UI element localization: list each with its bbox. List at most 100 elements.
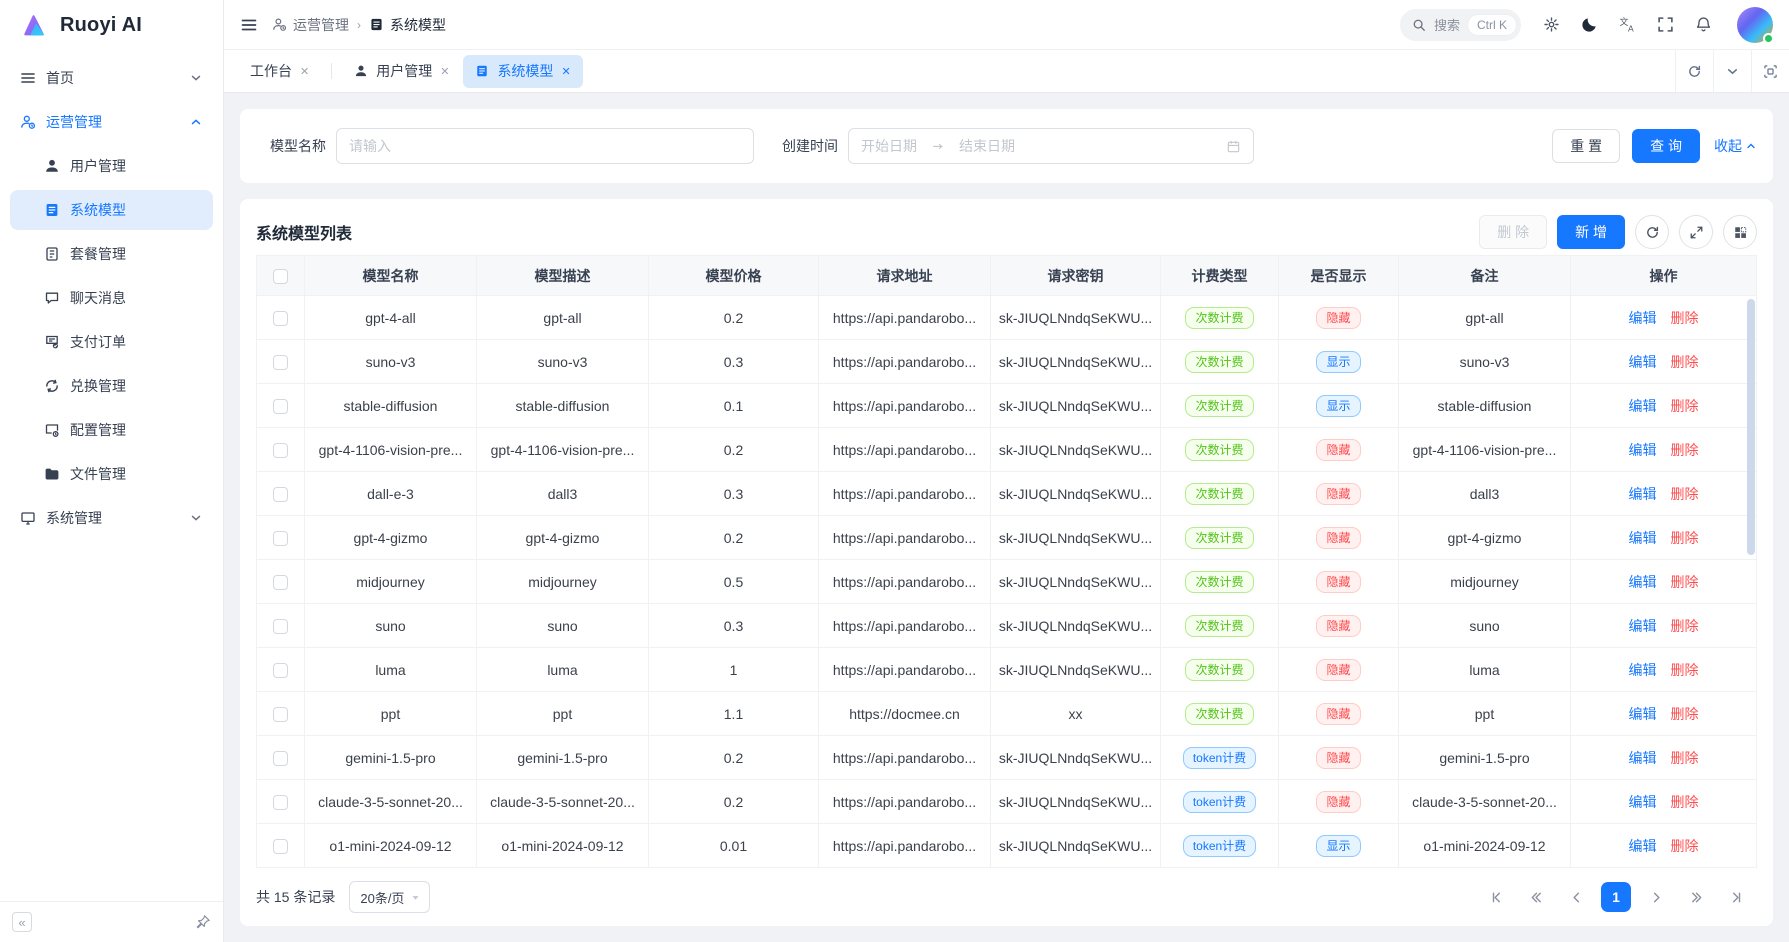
page-next-double-icon[interactable] bbox=[1681, 882, 1711, 912]
edit-link[interactable]: 编辑 bbox=[1629, 574, 1657, 590]
fullscreen-icon[interactable] bbox=[1649, 9, 1681, 41]
row-checkbox[interactable] bbox=[273, 443, 288, 458]
sidebar-collapse-button[interactable]: « bbox=[12, 912, 32, 932]
gear-icon[interactable] bbox=[1535, 9, 1567, 41]
sidebar-item-system-mgmt[interactable]: 系统管理 bbox=[10, 498, 213, 538]
global-search[interactable]: 搜索 Ctrl K bbox=[1400, 9, 1521, 41]
edit-link[interactable]: 编辑 bbox=[1629, 838, 1657, 854]
delete-link[interactable]: 删除 bbox=[1671, 706, 1699, 722]
page-first-icon[interactable] bbox=[1481, 882, 1511, 912]
breadcrumb-item-operations[interactable]: 运营管理 bbox=[272, 15, 349, 35]
row-checkbox[interactable] bbox=[273, 839, 288, 854]
sidebar-item-system-model[interactable]: 系统模型 bbox=[10, 190, 213, 230]
page-prev-double-icon[interactable] bbox=[1521, 882, 1551, 912]
row-checkbox[interactable] bbox=[273, 575, 288, 590]
row-checkbox[interactable] bbox=[273, 663, 288, 678]
billing-type-cell: 次数计费 bbox=[1161, 648, 1279, 692]
refresh-icon[interactable] bbox=[1675, 50, 1713, 92]
table-row: gpt-4-gizmogpt-4-gizmo0.2https://api.pan… bbox=[257, 516, 1757, 560]
date-range-input[interactable]: 开始日期 结束日期 bbox=[848, 128, 1254, 164]
hamburger-menu-icon[interactable] bbox=[240, 16, 258, 34]
page-prev-icon[interactable] bbox=[1561, 882, 1591, 912]
page-next-icon[interactable] bbox=[1641, 882, 1671, 912]
sidebar-item-file-mgmt[interactable]: 文件管理 bbox=[10, 454, 213, 494]
delete-link[interactable]: 删除 bbox=[1671, 662, 1699, 678]
focus-icon[interactable] bbox=[1751, 50, 1789, 92]
sidebar-item-label: 聊天消息 bbox=[70, 288, 203, 308]
add-button[interactable]: 新 增 bbox=[1557, 215, 1625, 249]
model-name-cell: claude-3-5-sonnet-20... bbox=[305, 780, 477, 824]
sidebar-item-operations[interactable]: 运营管理 bbox=[10, 102, 213, 142]
brand-logo[interactable]: Ruoyi AI bbox=[0, 0, 223, 50]
edit-link[interactable]: 编辑 bbox=[1629, 706, 1657, 722]
bell-icon[interactable] bbox=[1687, 9, 1719, 41]
row-checkbox[interactable] bbox=[273, 311, 288, 326]
delete-link[interactable]: 删除 bbox=[1671, 750, 1699, 766]
edit-link[interactable]: 编辑 bbox=[1629, 662, 1657, 678]
tab-user-mgmt[interactable]: 用户管理✕ bbox=[342, 55, 461, 88]
collapse-filter-link[interactable]: 收起 bbox=[1714, 136, 1757, 156]
edit-link[interactable]: 编辑 bbox=[1629, 442, 1657, 458]
sidebar-item-payment-orders[interactable]: 支付订单 bbox=[10, 322, 213, 362]
tab-system-model[interactable]: 系统模型✕ bbox=[463, 55, 582, 88]
delete-link[interactable]: 删除 bbox=[1671, 794, 1699, 810]
row-checkbox[interactable] bbox=[273, 707, 288, 722]
delete-link[interactable]: 删除 bbox=[1671, 442, 1699, 458]
edit-link[interactable]: 编辑 bbox=[1629, 618, 1657, 634]
row-checkbox[interactable] bbox=[273, 619, 288, 634]
tab-workbench[interactable]: 工作台✕ bbox=[238, 55, 321, 88]
row-checkbox[interactable] bbox=[273, 487, 288, 502]
row-checkbox[interactable] bbox=[273, 355, 288, 370]
page-last-icon[interactable] bbox=[1721, 882, 1751, 912]
sidebar-item-home[interactable]: 首页 bbox=[10, 58, 213, 98]
search-button[interactable]: 查 询 bbox=[1632, 129, 1700, 163]
request-key-cell: sk-JIUQLNndqSeKWU... bbox=[991, 428, 1161, 472]
sidebar-item-chat-messages[interactable]: 聊天消息 bbox=[10, 278, 213, 318]
edit-link[interactable]: 编辑 bbox=[1629, 750, 1657, 766]
tab-close-icon[interactable]: ✕ bbox=[300, 65, 309, 78]
model-name-cell: luma bbox=[305, 648, 477, 692]
request-key-cell: sk-JIUQLNndqSeKWU... bbox=[991, 736, 1161, 780]
moon-icon[interactable] bbox=[1573, 9, 1605, 41]
delete-link[interactable]: 删除 bbox=[1671, 574, 1699, 590]
delete-link[interactable]: 删除 bbox=[1671, 618, 1699, 634]
edit-link[interactable]: 编辑 bbox=[1629, 354, 1657, 370]
delete-link[interactable]: 删除 bbox=[1671, 530, 1699, 546]
tab-close-icon[interactable]: ✕ bbox=[561, 65, 570, 78]
expand-icon-button[interactable] bbox=[1679, 215, 1713, 249]
row-checkbox[interactable] bbox=[273, 751, 288, 766]
select-all-checkbox[interactable] bbox=[273, 269, 288, 284]
row-checkbox[interactable] bbox=[273, 531, 288, 546]
translate-icon[interactable]: 文A bbox=[1611, 9, 1643, 41]
chevron-down-icon[interactable] bbox=[1713, 50, 1751, 92]
delete-link[interactable]: 删除 bbox=[1671, 838, 1699, 854]
reset-button[interactable]: 重 置 bbox=[1552, 129, 1620, 163]
row-checkbox[interactable] bbox=[273, 399, 288, 414]
row-checkbox[interactable] bbox=[273, 795, 288, 810]
page-size-select[interactable]: 20条/页 bbox=[349, 881, 430, 913]
delete-link[interactable]: 删除 bbox=[1671, 398, 1699, 414]
sidebar-item-config-mgmt[interactable]: 配置管理 bbox=[10, 410, 213, 450]
delete-button[interactable]: 删 除 bbox=[1479, 215, 1547, 249]
model-name-input[interactable]: 请输入 bbox=[336, 128, 754, 164]
edit-link[interactable]: 编辑 bbox=[1629, 398, 1657, 414]
refresh-icon-button[interactable] bbox=[1635, 215, 1669, 249]
delete-link[interactable]: 删除 bbox=[1671, 310, 1699, 326]
grid-icon-button[interactable] bbox=[1723, 215, 1757, 249]
user-avatar[interactable] bbox=[1737, 7, 1773, 43]
page-number-1[interactable]: 1 bbox=[1601, 882, 1631, 912]
delete-link[interactable]: 删除 bbox=[1671, 486, 1699, 502]
sidebar-item-package-mgmt[interactable]: 套餐管理 bbox=[10, 234, 213, 274]
pin-icon[interactable] bbox=[195, 914, 211, 930]
delete-link[interactable]: 删除 bbox=[1671, 354, 1699, 370]
actions-cell: 编辑删除 bbox=[1571, 384, 1757, 428]
tab-close-icon[interactable]: ✕ bbox=[440, 65, 449, 78]
table-scrollbar[interactable] bbox=[1747, 299, 1755, 555]
sidebar-item-user-mgmt[interactable]: 用户管理 bbox=[10, 146, 213, 186]
edit-link[interactable]: 编辑 bbox=[1629, 530, 1657, 546]
breadcrumb-item-system-model[interactable]: 系统模型 bbox=[369, 15, 446, 35]
edit-link[interactable]: 编辑 bbox=[1629, 794, 1657, 810]
sidebar-item-redeem-mgmt[interactable]: 兑换管理 bbox=[10, 366, 213, 406]
edit-link[interactable]: 编辑 bbox=[1629, 310, 1657, 326]
edit-link[interactable]: 编辑 bbox=[1629, 486, 1657, 502]
